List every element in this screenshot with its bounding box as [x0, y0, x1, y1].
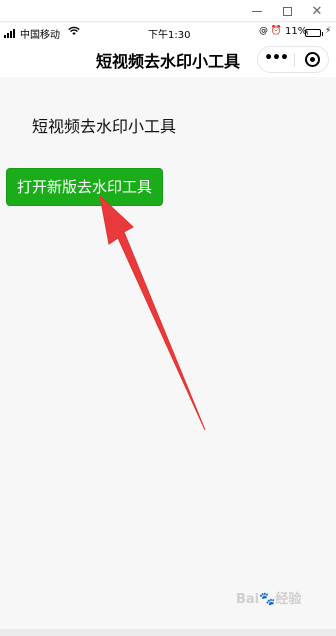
carrier-label: 中国移动	[20, 30, 60, 41]
battery-icon	[305, 29, 323, 37]
status-time: 下午1:30	[148, 30, 191, 41]
charging-icon: ⚡	[325, 26, 332, 36]
battery-percent: 11%	[285, 26, 308, 37]
wifi-icon	[68, 26, 80, 39]
main-content: 短视频去水印小工具 打开新版去水印工具	[0, 77, 336, 636]
signal-icon	[4, 29, 18, 38]
nav-bar: 短视频去水印小工具 •••	[0, 43, 336, 77]
baidu-watermark: Bai🐾经验	[236, 592, 302, 607]
page-heading: 短视频去水印小工具	[32, 117, 177, 136]
more-icon: •••	[264, 50, 289, 66]
window-title-bar: ✕	[0, 0, 336, 22]
mini-program-capsule: •••	[257, 46, 329, 73]
minimize-button[interactable]	[243, 0, 271, 22]
exit-mini-program-button[interactable]	[295, 47, 329, 72]
battery-level	[307, 31, 308, 35]
more-button[interactable]: •••	[258, 47, 294, 72]
bottom-divider	[0, 629, 336, 636]
open-new-tool-button[interactable]: 打开新版去水印工具	[6, 168, 163, 206]
close-icon: ✕	[311, 4, 323, 19]
status-bar: 中国移动 下午1:30 @ ⏰ 11% ⚡	[0, 23, 336, 43]
maximize-icon	[282, 7, 292, 16]
alarm-icon: @ ⏰	[259, 26, 283, 36]
minimize-icon	[252, 11, 262, 12]
close-window-button[interactable]: ✕	[303, 0, 331, 22]
maximize-button[interactable]	[273, 0, 301, 22]
